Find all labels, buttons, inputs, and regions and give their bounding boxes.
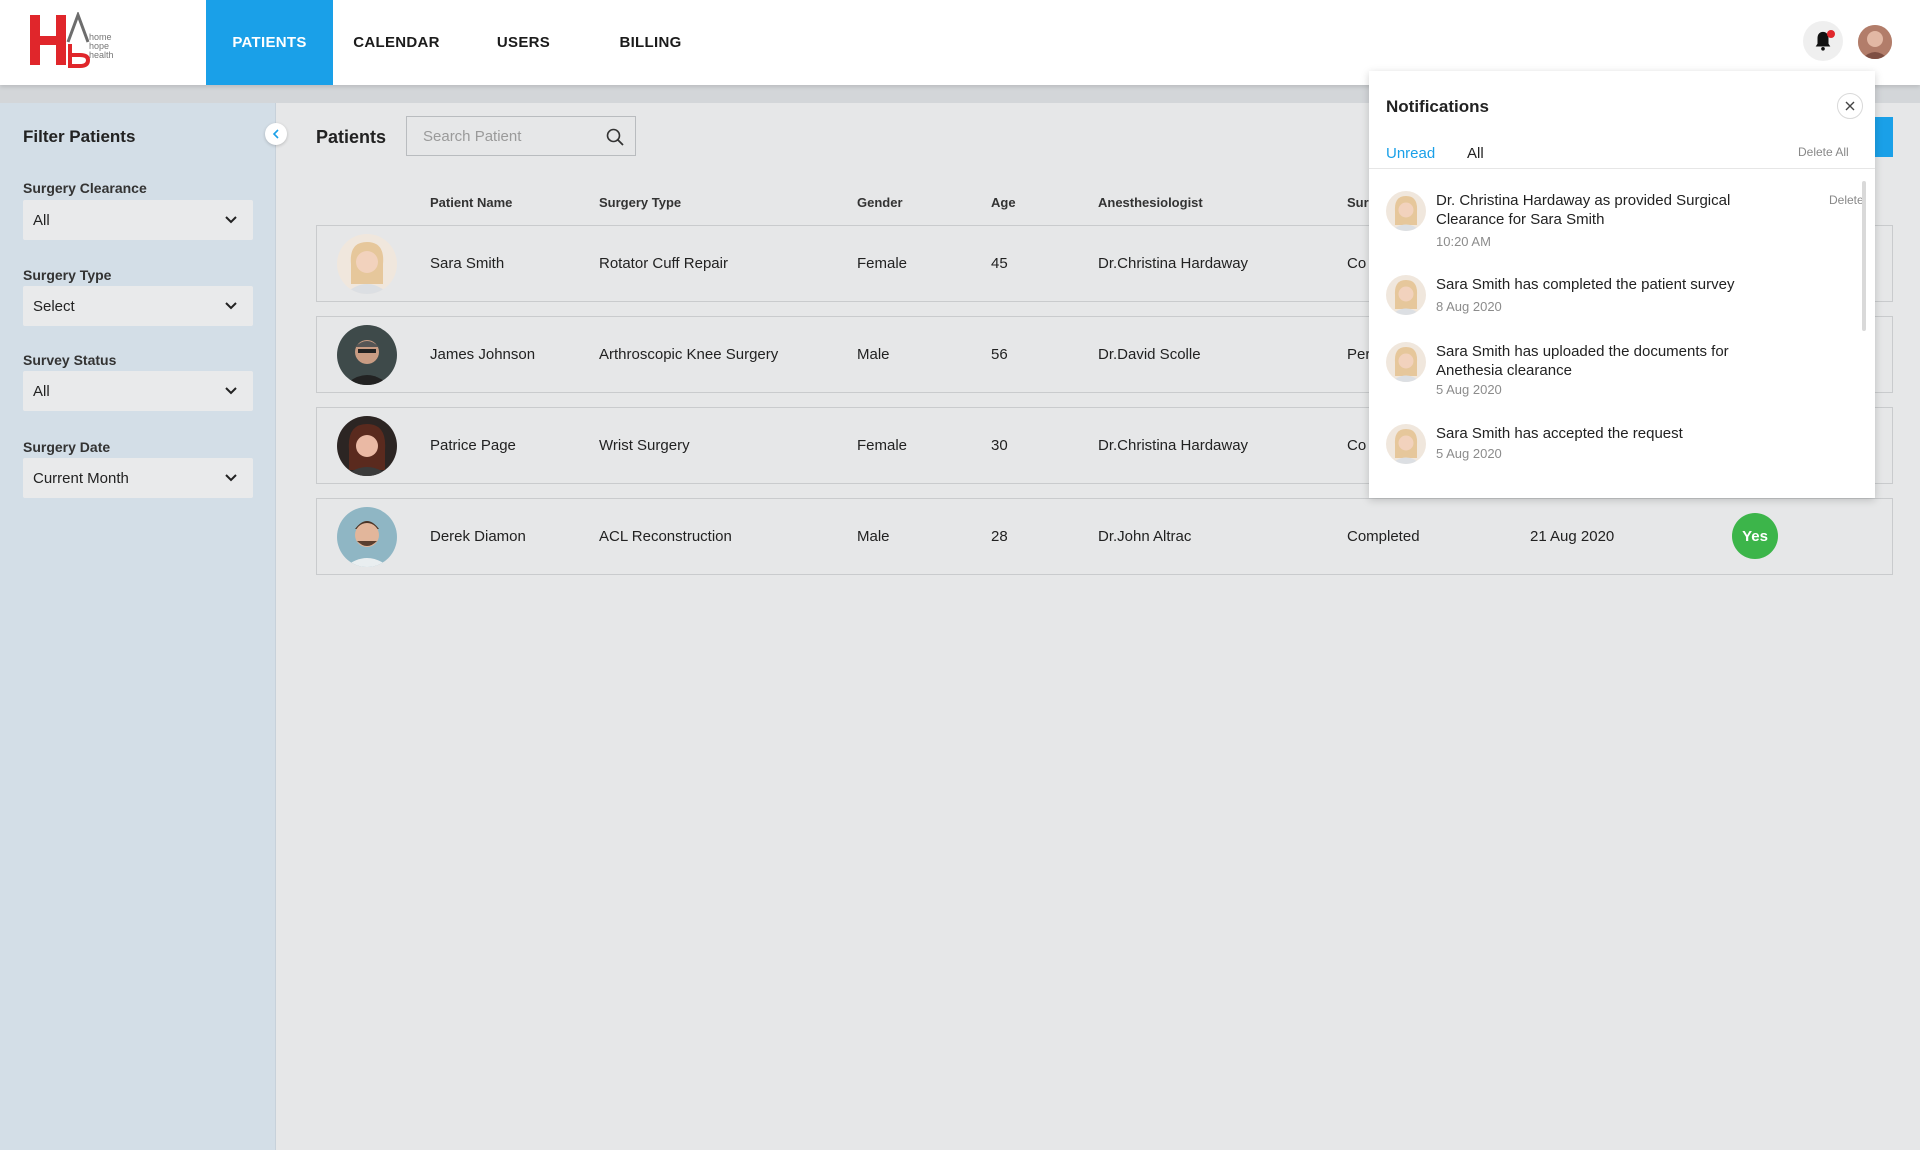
gender: Male [857, 528, 890, 545]
unread-indicator [1827, 30, 1835, 38]
surgery-type: ACL Reconstruction [599, 528, 732, 545]
chevron-down-icon [225, 302, 237, 310]
surgery-clearance-value: All [33, 211, 50, 229]
column-header-surgery-status: Sur [1347, 195, 1369, 210]
collapse-sidebar-button[interactable] [265, 123, 287, 145]
patient-avatar [337, 416, 397, 476]
surgery-status: Per [1347, 346, 1371, 363]
surgery-clearance-select[interactable]: All [23, 200, 253, 240]
delete-all-button[interactable]: Delete All [1798, 145, 1849, 159]
notification-text: Dr. Christina Hardaway as provided Surgi… [1436, 192, 1731, 228]
surgery-status: Co [1347, 255, 1367, 272]
surgery-type: Arthroscopic Knee Surgery [599, 346, 779, 363]
anesthesiologist: Dr.Christina Hardaway [1098, 437, 1249, 454]
patient-avatar [337, 325, 397, 385]
notification-time: 5 Aug 2020 [1436, 446, 1502, 461]
notification-time: 8 Aug 2020 [1436, 299, 1502, 314]
chevron-down-icon [225, 387, 237, 395]
user-avatar[interactable] [1858, 25, 1892, 59]
notification-avatar [1386, 342, 1426, 382]
surgery-type-value: Select [33, 297, 75, 315]
search-input[interactable] [423, 127, 593, 145]
gender: Female [857, 255, 908, 272]
nav-tab-patients[interactable]: PATIENTS [206, 0, 333, 85]
anesthesiologist: Dr.David Scolle [1098, 346, 1201, 363]
brand-logo[interactable]: home hope health [28, 10, 128, 68]
surgery-status: Completed [1347, 528, 1420, 545]
notification-text: Sara Smith has completed the patient sur… [1436, 276, 1735, 293]
search-box [406, 116, 636, 156]
notifications-title: Notifications [1386, 97, 1489, 116]
column-header-anesthesiologist: Anesthesiologist [1098, 195, 1203, 210]
delete-notification-button[interactable]: Delete [1829, 193, 1864, 207]
notification-text: Sara Smith has accepted the request [1436, 425, 1683, 442]
nav-tab-billing[interactable]: BILLING [587, 0, 714, 85]
table-row[interactable]: Derek Diamon ACL Reconstruction Male 28 … [316, 498, 1893, 575]
divider [1369, 168, 1875, 169]
anesthesiologist: Dr.Christina Hardaway [1098, 255, 1249, 272]
filter-label-surgery-date: Surgery Date [23, 439, 111, 455]
tab-all[interactable]: All [1467, 145, 1484, 162]
column-header-gender: Gender [857, 195, 903, 210]
surgery-type: Rotator Cuff Repair [599, 255, 728, 272]
column-header-age: Age [991, 195, 1016, 210]
surgery-date: 21 Aug 2020 [1530, 528, 1615, 545]
surgery-type: Wrist Surgery [599, 437, 690, 454]
sidebar-title: Filter Patients [23, 127, 136, 146]
anesthesiologist: Dr.John Altrac [1098, 528, 1192, 545]
age: 30 [991, 437, 1008, 454]
filter-label-survey-status: Survey Status [23, 352, 117, 368]
patient-name: Sara Smith [430, 255, 505, 272]
filter-label-surgery-clearance: Surgery Clearance [23, 180, 147, 196]
main-nav: PATIENTS CALENDAR USERS BILLING [206, 0, 714, 85]
age: 56 [991, 346, 1008, 363]
notification-avatar [1386, 191, 1426, 231]
chevron-down-icon [225, 474, 237, 482]
patient-name: Derek Diamon [430, 528, 526, 545]
close-notifications-button[interactable] [1837, 93, 1863, 119]
patient-avatar [337, 234, 397, 294]
gender: Female [857, 437, 908, 454]
column-header-patient-name: Patient Name [430, 195, 513, 210]
surgery-date-value: Current Month [33, 469, 129, 487]
surgery-status: Co [1347, 437, 1367, 454]
notifications-scrollbar[interactable] [1862, 181, 1866, 331]
page-title: Patients [316, 127, 387, 147]
age: 45 [991, 255, 1008, 272]
survey-status-value: All [33, 382, 50, 400]
patient-name: Patrice Page [430, 437, 516, 454]
notification-avatar [1386, 424, 1426, 464]
gender: Male [857, 346, 890, 363]
notification-text: Sara Smith has uploaded the documents fo… [1436, 343, 1729, 379]
tab-unread[interactable]: Unread [1386, 145, 1435, 162]
chevron-down-icon [225, 216, 237, 224]
patient-name: James Johnson [430, 346, 536, 363]
nav-tab-calendar[interactable]: CALENDAR [333, 0, 460, 85]
close-icon [1845, 101, 1855, 111]
filter-label-surgery-type: Surgery Type [23, 267, 112, 283]
column-header-surgery-type: Surgery Type [599, 195, 682, 210]
patient-avatar [337, 507, 397, 567]
notification-time: 5 Aug 2020 [1436, 382, 1502, 397]
notification-avatar [1386, 275, 1426, 315]
clearance-badge: Yes [1732, 513, 1778, 559]
nav-tab-users[interactable]: USERS [460, 0, 587, 85]
surgery-date-select[interactable]: Current Month [23, 458, 253, 498]
surgery-type-select[interactable]: Select [23, 286, 253, 326]
filter-sidebar: Filter Patients Surgery Clearance All Su… [0, 103, 276, 1150]
notifications-panel: Notifications Unread All Delete All Dr. … [1369, 71, 1875, 498]
age: 28 [991, 528, 1008, 545]
search-icon[interactable] [605, 127, 625, 147]
chevron-left-icon [272, 129, 279, 139]
survey-status-select[interactable]: All [23, 371, 253, 411]
notification-time: 10:20 AM [1436, 234, 1491, 249]
svg-text:health: health [89, 50, 114, 60]
notifications-button[interactable] [1803, 21, 1843, 61]
